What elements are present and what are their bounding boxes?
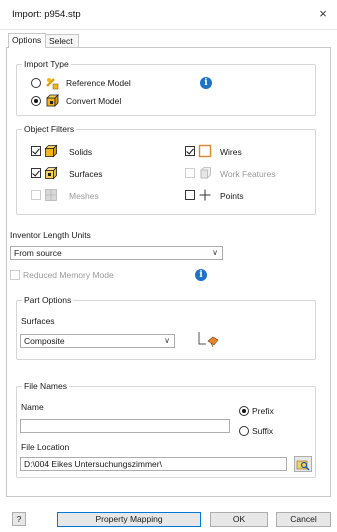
help-button[interactable]: ? [12, 512, 26, 526]
wires-checkbox[interactable] [185, 146, 195, 156]
window-title: Import: p954.stp [12, 9, 81, 20]
file-names-title: File Names [22, 381, 69, 391]
tab-options[interactable]: Options [8, 33, 46, 48]
meshes-label: Meshes [69, 191, 99, 201]
suffix-radio[interactable] [239, 426, 249, 436]
composite-surface-icon [198, 332, 219, 348]
surfaces-mode-value: Composite [24, 336, 65, 346]
prefix-radio[interactable] [239, 406, 249, 416]
convert-model-radio[interactable] [31, 96, 41, 106]
part-options-title: Part Options [22, 295, 74, 305]
work-features-icon [200, 167, 211, 179]
points-crosshair-icon [199, 189, 211, 201]
reduced-memory-label: Reduced Memory Mode [23, 270, 114, 280]
close-icon[interactable]: × [313, 4, 333, 24]
part-options-group: Part Options Surfaces Composite ∨ [16, 295, 316, 360]
length-units-value: From source [14, 248, 62, 258]
wires-label: Wires [220, 147, 242, 157]
browse-button[interactable] [294, 456, 312, 472]
ok-button[interactable]: OK [210, 512, 268, 527]
surfaces-mode-select[interactable]: Composite ∨ [20, 334, 175, 348]
meshes-icon [45, 189, 57, 201]
length-units-label: Inventor Length Units [10, 230, 91, 240]
title-bar: Import: p954.stp × [0, 0, 337, 30]
reference-model-icon [46, 78, 59, 90]
object-filters-group: Object Filters Solids Wires Surfaces Wor… [16, 124, 316, 215]
surfaces-option-label: Surfaces [21, 316, 55, 326]
prefix-label: Prefix [252, 406, 274, 416]
file-location-label: File Location [21, 442, 70, 452]
chevron-down-icon: ∨ [212, 248, 218, 257]
solids-label: Solids [69, 147, 93, 157]
options-panel: Import Type Reference Model i Convert Mo… [6, 47, 331, 497]
work-features-checkbox[interactable] [185, 168, 195, 178]
browse-folder-icon [296, 460, 310, 471]
surfaces-icon [44, 166, 58, 180]
solids-cube-icon [44, 144, 58, 158]
name-label: Name [21, 402, 44, 412]
import-type-info-icon[interactable]: i [200, 77, 212, 89]
object-filters-title: Object Filters [22, 124, 77, 134]
reduced-memory-checkbox[interactable] [10, 270, 20, 280]
chevron-down-icon: ∨ [164, 336, 170, 345]
surfaces-label: Surfaces [69, 169, 103, 179]
cancel-button[interactable]: Cancel [276, 512, 331, 527]
suffix-label: Suffix [252, 426, 274, 436]
file-names-group: File Names Name Prefix Suffix File Locat… [16, 381, 316, 478]
file-location-input[interactable]: D:\004 Eikes Untersuchungszimmer\ [20, 457, 287, 471]
work-features-label: Work Features [220, 169, 276, 179]
solids-checkbox[interactable] [31, 146, 41, 156]
property-mapping-button[interactable]: Property Mapping [57, 512, 201, 527]
convert-model-icon [46, 94, 59, 107]
reference-model-radio[interactable] [31, 78, 41, 88]
surfaces-checkbox[interactable] [31, 168, 41, 178]
name-input[interactable] [20, 419, 230, 433]
convert-model-label: Convert Model [66, 96, 122, 106]
tab-select[interactable]: Select [45, 34, 79, 48]
meshes-checkbox[interactable] [31, 190, 41, 200]
reduced-memory-info-icon[interactable]: i [195, 269, 207, 281]
import-type-group: Import Type Reference Model i Convert Mo… [16, 59, 316, 116]
points-label: Points [220, 191, 244, 201]
length-units-select[interactable]: From source ∨ [10, 246, 223, 260]
tab-strip: Options Select [0, 30, 337, 48]
wires-square-icon [198, 144, 212, 158]
reference-model-label: Reference Model [66, 78, 131, 88]
points-checkbox[interactable] [185, 190, 195, 200]
import-type-title: Import Type [22, 59, 71, 69]
